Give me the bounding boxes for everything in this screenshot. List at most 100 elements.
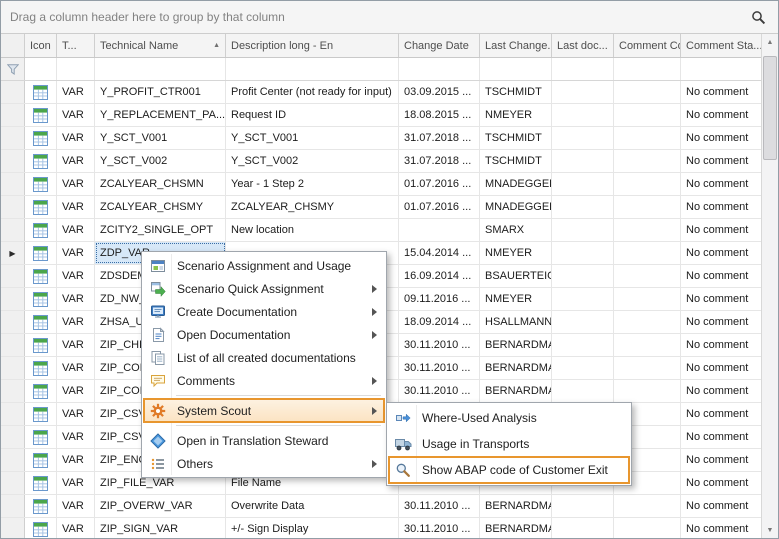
cell-commentco[interactable] (614, 495, 681, 517)
cell-name[interactable]: Y_SCT_V001 (95, 127, 226, 149)
cell-lastdoc[interactable] (552, 127, 614, 149)
cell-date[interactable]: 30.11.2010 ... (399, 357, 480, 379)
cell-icon[interactable] (25, 311, 57, 333)
cell-desc[interactable]: New location (226, 219, 399, 241)
cell-commentco[interactable] (614, 265, 681, 287)
cell-desc[interactable]: +/- Sign Display (226, 518, 399, 538)
cell-date[interactable]: 30.11.2010 ... (399, 518, 480, 538)
menu-item-show-abap-code-of-customer-exit[interactable]: Show ABAP code of Customer Exit (389, 457, 629, 483)
cell-desc[interactable]: Year - 1 Step 2 (226, 173, 399, 195)
cell-icon[interactable] (25, 472, 57, 494)
cell-commentco[interactable] (614, 357, 681, 379)
cell-commentco[interactable] (614, 219, 681, 241)
cell-icon[interactable] (25, 357, 57, 379)
menu-item-scenario-assignment-and-usage[interactable]: Scenario Assignment and Usage (144, 254, 384, 277)
table-row[interactable]: VARY_PROFIT_CTR001Profit Center (not rea… (1, 81, 763, 104)
cell-date[interactable]: 01.07.2016 ... (399, 196, 480, 218)
cell-status[interactable]: No comment (681, 426, 763, 448)
cell-name[interactable]: Y_PROFIT_CTR001 (95, 81, 226, 103)
column-header-name[interactable]: Technical Name▲ (95, 34, 226, 57)
cell-status[interactable]: No comment (681, 265, 763, 287)
group-by-panel[interactable]: Drag a column header here to group by th… (1, 1, 778, 34)
cell-lastdoc[interactable] (552, 380, 614, 402)
cell-type[interactable]: VAR (57, 472, 95, 494)
cell-user[interactable]: NMEYER (480, 242, 552, 264)
cell-user[interactable]: BERNARDMA (480, 334, 552, 356)
cell-icon[interactable] (25, 104, 57, 126)
cell-lastdoc[interactable] (552, 288, 614, 310)
cell-desc[interactable]: Y_SCT_V002 (226, 150, 399, 172)
menu-item-create-documentation[interactable]: Create Documentation (144, 300, 384, 323)
cell-date[interactable]: 18.08.2015 ... (399, 104, 480, 126)
cell-icon[interactable] (25, 196, 57, 218)
cell-commentco[interactable] (614, 173, 681, 195)
cell-desc[interactable]: Y_SCT_V001 (226, 127, 399, 149)
cell-icon[interactable] (25, 173, 57, 195)
column-header-user[interactable]: Last Change... (480, 34, 552, 57)
cell-commentco[interactable] (614, 196, 681, 218)
cell-type[interactable]: VAR (57, 403, 95, 425)
cell-date[interactable]: 09.11.2016 ... (399, 288, 480, 310)
cell-user[interactable]: TSCHMIDT (480, 150, 552, 172)
filter-cell-name[interactable] (95, 58, 226, 80)
cell-date[interactable]: 03.09.2015 ... (399, 81, 480, 103)
cell-status[interactable]: No comment (681, 173, 763, 195)
cell-user[interactable]: SMARX (480, 219, 552, 241)
cell-commentco[interactable] (614, 242, 681, 264)
column-header-desc[interactable]: Description long - En (226, 34, 399, 57)
cell-icon[interactable] (25, 242, 57, 264)
menu-item-scenario-quick-assignment[interactable]: Scenario Quick Assignment (144, 277, 384, 300)
scrollbar-thumb[interactable] (763, 56, 777, 160)
menu-item-comments[interactable]: Comments (144, 369, 384, 392)
vertical-scrollbar[interactable]: ▲ ▼ (761, 34, 778, 538)
cell-status[interactable]: No comment (681, 288, 763, 310)
cell-icon[interactable] (25, 150, 57, 172)
column-header-type[interactable]: T... (57, 34, 95, 57)
cell-type[interactable]: VAR (57, 495, 95, 517)
cell-user[interactable]: TSCHMIDT (480, 127, 552, 149)
cell-icon[interactable] (25, 495, 57, 517)
cell-type[interactable]: VAR (57, 265, 95, 287)
filter-cell-lastdoc[interactable] (552, 58, 614, 80)
cell-date[interactable]: 31.07.2018 ... (399, 150, 480, 172)
cell-type[interactable]: VAR (57, 173, 95, 195)
cell-date[interactable]: 30.11.2010 ... (399, 495, 480, 517)
cell-status[interactable]: No comment (681, 495, 763, 517)
filter-cell-type[interactable] (57, 58, 95, 80)
cell-status[interactable]: No comment (681, 311, 763, 333)
cell-desc[interactable]: Request ID (226, 104, 399, 126)
scroll-down-button[interactable]: ▼ (762, 522, 778, 538)
cell-type[interactable]: VAR (57, 449, 95, 471)
cell-user[interactable]: NMEYER (480, 104, 552, 126)
column-header-commentco[interactable]: Comment Co... (614, 34, 681, 57)
cell-desc[interactable]: Overwrite Data (226, 495, 399, 517)
cell-name[interactable]: Y_SCT_V002 (95, 150, 226, 172)
search-icon[interactable] (747, 6, 769, 28)
cell-user[interactable]: HSALLMANN (480, 311, 552, 333)
menu-item-list-of-all-created-documentations[interactable]: List of all created documentations (144, 346, 384, 369)
cell-type[interactable]: VAR (57, 518, 95, 538)
cell-type[interactable]: VAR (57, 242, 95, 264)
cell-type[interactable]: VAR (57, 219, 95, 241)
cell-lastdoc[interactable] (552, 219, 614, 241)
cell-commentco[interactable] (614, 150, 681, 172)
cell-date[interactable]: 31.07.2018 ... (399, 127, 480, 149)
column-header-icon[interactable]: Icon (25, 34, 57, 57)
cell-commentco[interactable] (614, 288, 681, 310)
cell-lastdoc[interactable] (552, 311, 614, 333)
menu-item-system-scout[interactable]: System Scout (144, 399, 384, 422)
cell-status[interactable]: No comment (681, 242, 763, 264)
cell-user[interactable]: BERNARDMA (480, 357, 552, 379)
cell-icon[interactable] (25, 426, 57, 448)
table-row[interactable]: VARZCALYEAR_CHSMYZCALYEAR_CHSMY01.07.201… (1, 196, 763, 219)
table-row[interactable]: VARZIP_SIGN_VAR+/- Sign Display30.11.201… (1, 518, 763, 538)
cell-lastdoc[interactable] (552, 104, 614, 126)
filter-cell-date[interactable] (399, 58, 480, 80)
menu-item-where-used-analysis[interactable]: Where-Used Analysis (389, 405, 629, 431)
cell-type[interactable]: VAR (57, 150, 95, 172)
cell-commentco[interactable] (614, 127, 681, 149)
column-header-date[interactable]: Change Date (399, 34, 480, 57)
cell-lastdoc[interactable] (552, 518, 614, 538)
cell-type[interactable]: VAR (57, 81, 95, 103)
menu-item-others[interactable]: Others (144, 452, 384, 475)
